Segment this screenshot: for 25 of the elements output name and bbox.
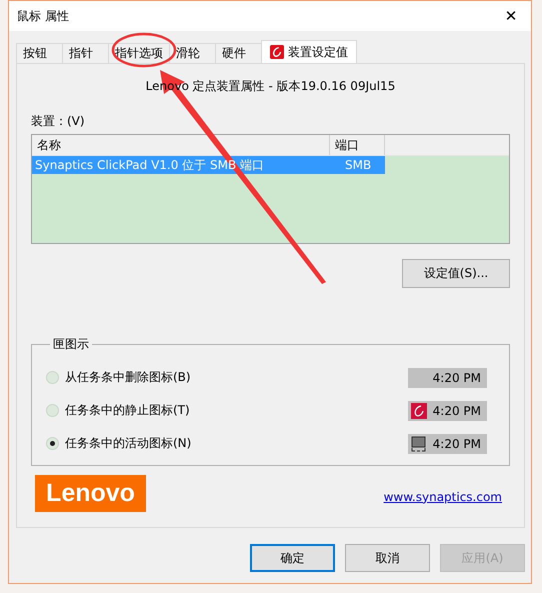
tab[interactable]: 装置设定值 bbox=[261, 40, 357, 63]
clock-time: 4:20 PM bbox=[432, 436, 481, 450]
radio-button[interactable] bbox=[46, 371, 59, 384]
dialog-button[interactable]: 确定 bbox=[250, 544, 335, 572]
close-button[interactable]: ✕ bbox=[491, 1, 531, 31]
window-title: 鼠标 属性 bbox=[17, 8, 69, 24]
group-legend: 匣图示 bbox=[50, 336, 92, 353]
tab[interactable]: 按钮 bbox=[16, 43, 63, 63]
device-label: 装置：(V) bbox=[31, 113, 86, 130]
website-link[interactable]: www.synaptics.com bbox=[384, 490, 502, 504]
option-label[interactable]: 任务条中的静止图标(T) bbox=[65, 402, 408, 419]
logo: Lenovo bbox=[35, 475, 146, 512]
highlight-circle bbox=[111, 32, 177, 68]
radio-button[interactable] bbox=[46, 404, 59, 417]
monitor-icon bbox=[411, 436, 427, 452]
clock-time: 4:20 PM bbox=[432, 370, 481, 384]
app-icon bbox=[411, 402, 427, 418]
dialog-button[interactable]: 取消 bbox=[345, 544, 430, 572]
option-label[interactable]: 从任务条中删除图标(B) bbox=[65, 369, 408, 386]
option-label[interactable]: 任务条中的活动图标(N) bbox=[65, 435, 408, 452]
radio-button[interactable] bbox=[46, 437, 59, 450]
clock-time: 4:20 PM bbox=[432, 404, 481, 418]
app-icon bbox=[270, 45, 284, 59]
column-header[interactable]: 端口 bbox=[330, 135, 385, 155]
settings-button[interactable]: 设定值(S)... bbox=[402, 259, 510, 288]
